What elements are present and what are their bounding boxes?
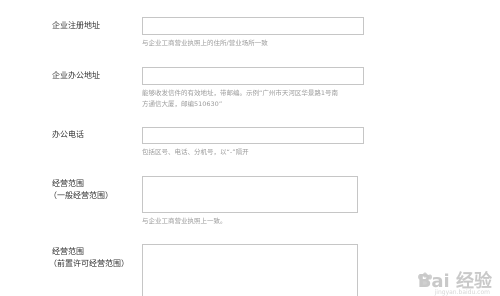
- licensed-scope-textarea[interactable]: [142, 244, 358, 296]
- registered-address-label: 企业注册地址: [52, 21, 100, 30]
- registered-address-hint: 与企业工商营业执照上的住所/营业场所一致: [142, 39, 268, 47]
- general-scope-textarea[interactable]: [142, 176, 358, 213]
- office-phone-label: 办公电话: [52, 130, 84, 139]
- office-address-label: 企业办公地址: [52, 71, 100, 80]
- office-address-hint-line2: 方通信大厦，邮编510630”: [142, 100, 223, 108]
- general-scope-hint: 与企业工商营业执照上一致。: [142, 217, 227, 225]
- office-address-hint-line1: 能够收发信件的有效地址，带邮编。示例“广州市天河区华景路1号南: [142, 89, 339, 97]
- general-scope-label-line2: （一般经营范围）: [49, 191, 113, 200]
- general-scope-label-line1: 经营范围: [52, 179, 84, 188]
- watermark-url: jingyan.baidu.com: [434, 289, 490, 296]
- licensed-scope-label-line2: （前置许可经营范围）: [49, 259, 129, 268]
- office-address-input[interactable]: [142, 67, 364, 85]
- registered-address-input[interactable]: [142, 17, 364, 35]
- office-phone-hint: 包括区号、电话、分机号，以“-”隔开: [142, 148, 249, 156]
- office-phone-input[interactable]: [142, 127, 364, 144]
- licensed-scope-label-line1: 经营范围: [52, 247, 84, 256]
